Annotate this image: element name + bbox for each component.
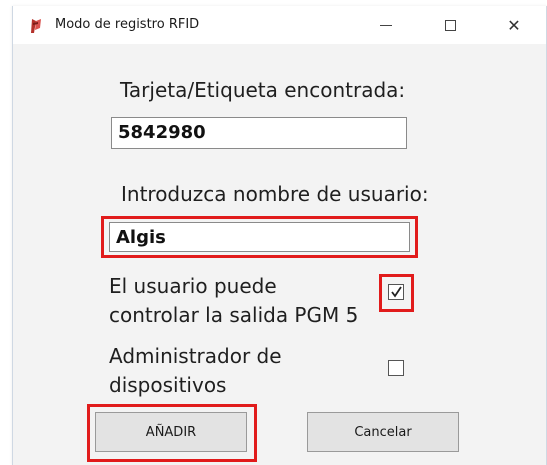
cancel-button[interactable]: Cancelar xyxy=(307,412,459,452)
app-icon xyxy=(29,18,43,34)
pgm-permission-label: El usuario puede controlar la salida PGM… xyxy=(109,272,358,330)
card-number-field[interactable]: 5842980 xyxy=(111,117,407,149)
maximize-button[interactable] xyxy=(427,6,473,44)
card-found-label: Tarjeta/Etiqueta encontrada: xyxy=(120,78,406,102)
admin-label: Administrador de dispositivos xyxy=(109,342,282,400)
admin-label-line2: dispositivos xyxy=(109,373,227,397)
rfid-registration-window: Modo de registro RFID ✕ Tarjeta/Etiqueta… xyxy=(12,6,547,465)
maximize-icon xyxy=(444,19,456,31)
pgm-label-line2: controlar la salida PGM 5 xyxy=(109,303,359,327)
checkmark-icon xyxy=(391,286,402,298)
window-title: Modo de registro RFID xyxy=(55,17,200,32)
pgm-permission-checkbox[interactable] xyxy=(388,284,404,300)
admin-label-line1: Administrador de xyxy=(109,344,282,368)
title-bar: Modo de registro RFID ✕ xyxy=(13,6,546,44)
close-icon: ✕ xyxy=(507,15,521,35)
admin-checkbox[interactable] xyxy=(388,360,404,376)
add-button[interactable]: AÑADIR xyxy=(95,412,247,452)
username-label: Introduzca nombre de usuario: xyxy=(121,182,429,206)
minimize-icon xyxy=(380,24,392,26)
close-button[interactable]: ✕ xyxy=(491,6,537,44)
minimize-button[interactable] xyxy=(363,6,409,44)
pgm-label-line1: El usuario puede xyxy=(109,274,277,298)
username-input[interactable]: Algis xyxy=(109,222,410,252)
